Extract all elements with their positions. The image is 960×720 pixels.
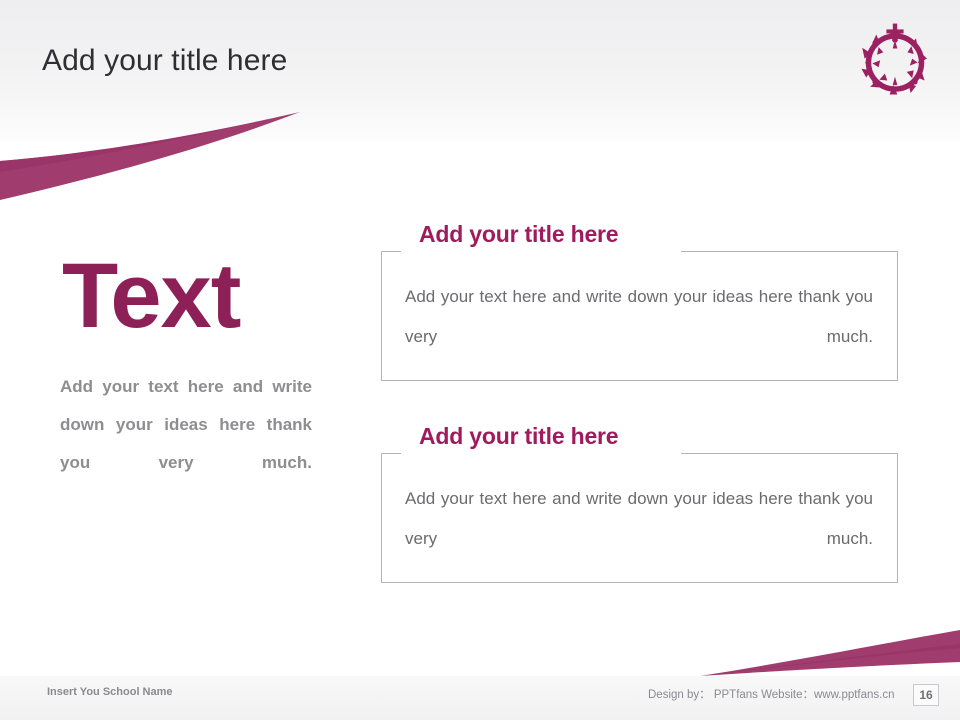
content-card-2[interactable]: Add your title here Add your text here a… <box>381 423 898 583</box>
card-1-body: Add your text here and write down your i… <box>405 287 873 346</box>
page-number-badge: 16 <box>913 684 939 706</box>
card-2-title: Add your title here <box>410 423 628 450</box>
left-text-column: Text Add your text here and write down y… <box>60 248 322 520</box>
left-paragraph: Add your text here and write down your i… <box>60 377 312 472</box>
footer-school-name: Insert You School Name <box>47 686 173 698</box>
header-swoosh-decoration <box>0 112 300 200</box>
card-1-title: Add your title here <box>410 221 628 248</box>
slide-canvas: Add your title here Text Add your text h… <box>0 0 960 720</box>
crown-of-thorns-cross-logo <box>861 23 927 95</box>
page-title: Add your title here <box>42 44 288 77</box>
footer-credit: Design by： PPTfans Website：www.pptfans.c… <box>648 689 895 701</box>
content-card-1[interactable]: Add your title here Add your text here a… <box>381 221 898 381</box>
card-2-body: Add your text here and write down your i… <box>405 489 873 548</box>
left-headline: Text <box>62 245 241 347</box>
footer-swoosh-decoration <box>700 630 960 676</box>
